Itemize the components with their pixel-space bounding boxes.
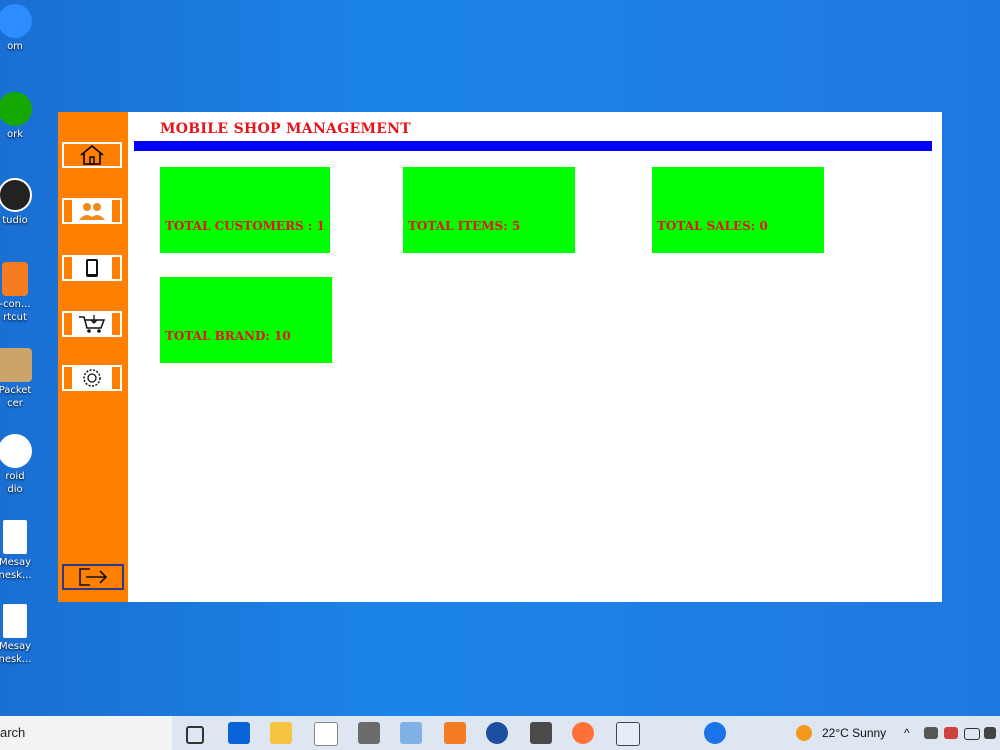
cart-icon <box>79 315 106 333</box>
search-text: arch <box>0 725 26 740</box>
desktop-icon-obs[interactable]: tudio <box>0 178 40 227</box>
task-view-icon[interactable] <box>186 726 204 744</box>
title-underline <box>134 141 932 151</box>
desktop-icon-label: ork <box>6 129 24 140</box>
file-explorer-icon[interactable] <box>270 722 292 744</box>
weather-sun-icon <box>796 725 812 741</box>
java-app-window-icon[interactable] <box>616 722 640 746</box>
xampp-icon <box>2 262 28 296</box>
desktop-icon-upwork[interactable]: ork <box>0 92 40 141</box>
desktop-icon-doc-1[interactable]: Mesay nesk... <box>0 520 40 582</box>
snipping-tool-icon[interactable] <box>358 722 380 744</box>
tray-chevron-icon[interactable]: ^ <box>904 716 910 750</box>
desktop-icon-packet-tracer[interactable]: Packet cer <box>0 348 40 410</box>
battery-icon[interactable] <box>964 728 980 740</box>
home-icon <box>80 144 104 165</box>
total-items-text: TOTAL ITEMS: 5 <box>408 219 521 233</box>
total-sales-card: TOTAL SALES: 0 <box>652 167 824 253</box>
obs-icon <box>0 178 32 212</box>
xampp-taskbar-icon[interactable] <box>444 722 466 744</box>
volume-icon[interactable] <box>984 727 996 739</box>
total-sales-text: TOTAL SALES: 0 <box>657 219 768 233</box>
firefox-icon[interactable] <box>572 722 594 744</box>
total-customers-card: TOTAL CUSTOMERS : 1 <box>160 167 330 253</box>
app-title: MOBILE SHOP MANAGEMENT <box>160 121 412 137</box>
desktop-icon-label: Mesay nesk... <box>0 641 32 665</box>
weather-widget[interactable]: 22°C Sunny <box>796 716 886 750</box>
taskbar: arch 22°C Sunny ^ <box>0 716 1000 750</box>
total-brand-text: TOTAL BRAND: 10 <box>165 329 291 343</box>
logout-button[interactable] <box>62 564 124 590</box>
sidebar <box>58 112 128 602</box>
mail-icon[interactable] <box>228 722 250 744</box>
logout-icon <box>79 568 108 586</box>
nav-settings-button[interactable] <box>62 365 122 391</box>
android-studio-icon <box>0 434 32 468</box>
desktop-icon-label: -con... rtcut <box>0 299 31 323</box>
weather-text: 22°C Sunny <box>822 726 887 740</box>
desktop-icon-label: tudio <box>2 215 28 226</box>
app-w-icon[interactable] <box>486 722 508 744</box>
nav-sales-button[interactable] <box>62 311 122 337</box>
customers-icon <box>79 203 105 220</box>
nav-home-button[interactable] <box>62 142 122 168</box>
help-icon[interactable] <box>704 722 726 744</box>
virtualbox-icon[interactable] <box>400 722 422 744</box>
onedrive-icon[interactable] <box>944 727 958 739</box>
upwork-icon <box>0 92 32 126</box>
nav-mobiles-button[interactable] <box>62 255 122 281</box>
zoom-icon <box>0 4 32 38</box>
mobile-icon <box>86 259 98 277</box>
document-icon <box>3 520 27 554</box>
sublime-icon[interactable] <box>530 722 552 744</box>
store-icon[interactable] <box>314 722 338 746</box>
total-customers-text: TOTAL CUSTOMERS : 1 <box>165 219 325 233</box>
nav-customers-button[interactable] <box>62 198 122 224</box>
desktop-icon-label: Mesay nesk... <box>0 557 32 581</box>
network-icon[interactable] <box>924 727 938 739</box>
desktop-icon-label: om <box>7 41 23 52</box>
desktop-icon-label: Packet cer <box>0 385 32 409</box>
desktop-icon-zoom[interactable]: om <box>0 4 40 53</box>
desktop-icon-android-studio[interactable]: roid dio <box>0 434 40 496</box>
app-window: MOBILE SHOP MANAGEMENT TOTAL CUSTOMERS :… <box>58 112 942 602</box>
pdf-icon <box>3 604 27 638</box>
total-items-card: TOTAL ITEMS: 5 <box>403 167 575 253</box>
settings-icon <box>83 369 101 387</box>
packet-tracer-icon <box>0 348 32 382</box>
desktop-icon-xampp[interactable]: -con... rtcut <box>0 262 40 324</box>
desktop-icon-doc-2[interactable]: Mesay nesk... <box>0 604 40 666</box>
total-brand-card: TOTAL BRAND: 10 <box>160 277 332 363</box>
desktop-icon-label: roid dio <box>5 471 25 495</box>
taskbar-search[interactable]: arch <box>0 716 172 750</box>
